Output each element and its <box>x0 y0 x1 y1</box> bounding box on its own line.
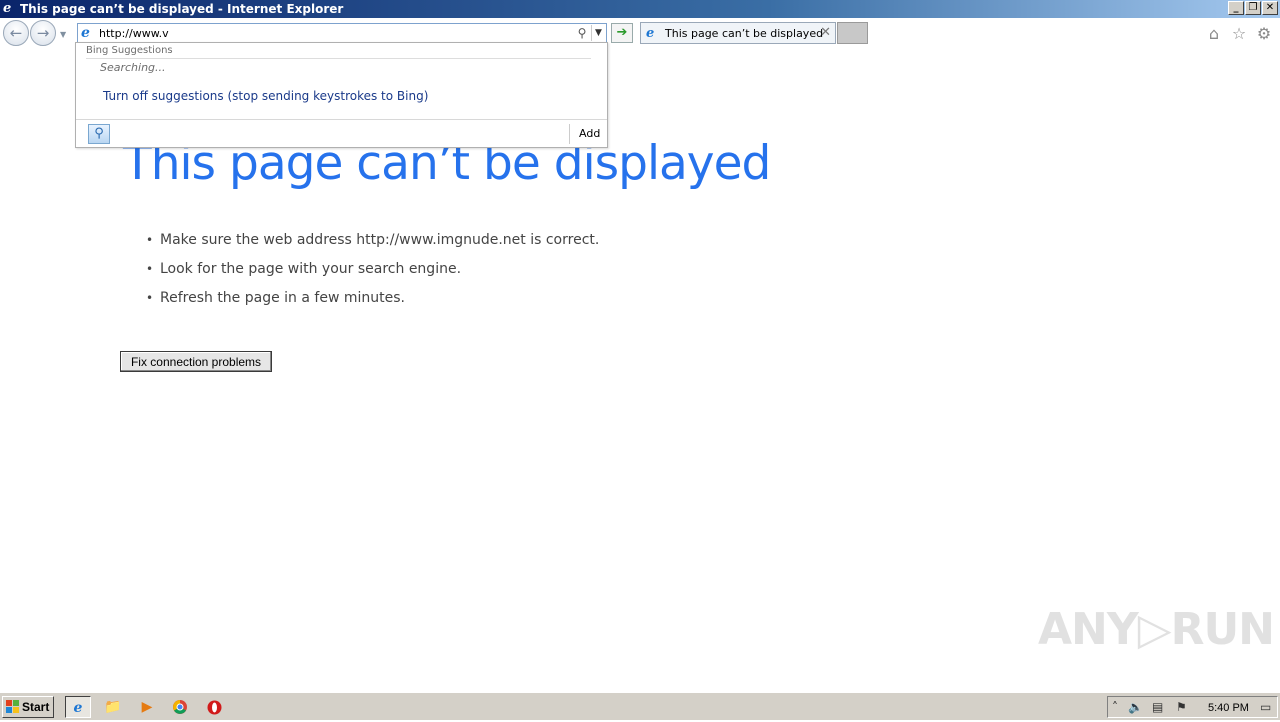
minimize-button[interactable]: _ <box>1228 1 1244 15</box>
ie-logo-icon: e <box>3 1 12 16</box>
back-arrow-icon: ← <box>9 24 23 42</box>
chrome-logo <box>173 700 187 714</box>
home-icon[interactable]: ⌂ <box>1205 25 1223 43</box>
window-title: This page can’t be displayed - Internet … <box>20 2 344 16</box>
system-tray: ˄ 🔈 ▤ ⚑ 5:40 PM ▭ <box>1107 696 1278 718</box>
divider <box>86 58 591 59</box>
suggestion-list: Make sure the web address http://www.img… <box>146 230 599 317</box>
tab-title: This page can’t be displayed <box>665 27 824 40</box>
address-dropdown-icon[interactable]: ▼ <box>591 25 605 41</box>
show-desktop-icon[interactable]: ▭ <box>1260 699 1271 715</box>
address-suggestions-dropdown: Bing Suggestions Searching... Turn off s… <box>75 42 608 148</box>
chrome-icon[interactable] <box>167 696 193 718</box>
forward-button[interactable]: → <box>30 20 56 46</box>
forward-arrow-icon: → <box>36 24 50 42</box>
tab-close-icon[interactable]: ✕ <box>820 25 831 40</box>
close-window-button[interactable]: ✕ <box>1262 1 1278 15</box>
list-item: Make sure the web address http://www.img… <box>146 230 599 259</box>
clock[interactable]: 5:40 PM <box>1208 700 1249 716</box>
tab-ie-icon: e <box>646 26 655 41</box>
restore-button[interactable]: ❐ <box>1245 1 1261 15</box>
list-item: Refresh the page in a few minutes. <box>146 288 599 317</box>
windows-logo-icon <box>6 700 19 713</box>
ie-page-icon: e <box>81 25 90 41</box>
divider <box>569 124 570 144</box>
history-dropdown-icon[interactable]: ▼ <box>60 30 68 39</box>
taskbar: Start e 📁 ▶ ˄ 🔈 ▤ ⚑ 5:40 PM ▭ <box>0 692 1280 720</box>
folder-icon[interactable]: 📁 <box>100 696 126 718</box>
search-icon[interactable]: ⚲ <box>574 25 590 41</box>
media-player-icon[interactable]: ▶ <box>134 696 160 718</box>
favorites-star-icon[interactable]: ☆ <box>1230 25 1248 43</box>
address-bar[interactable]: e ⚲ ▼ <box>77 23 607 43</box>
add-search-provider-button[interactable]: Add <box>579 127 600 140</box>
fix-connection-button[interactable]: Fix connection problems <box>120 351 272 372</box>
bing-suggestions-header: Bing Suggestions <box>86 45 173 56</box>
action-center-flag-icon[interactable]: ⚑ <box>1176 699 1187 715</box>
bing-search-icon[interactable]: ⚲ <box>88 124 110 144</box>
watermark-logo: ANY▷RUN <box>1038 604 1275 655</box>
turn-off-suggestions-link[interactable]: Turn off suggestions (stop sending keyst… <box>103 89 428 103</box>
network-icon[interactable]: ▤ <box>1152 699 1163 715</box>
window-title-bar: e This page can’t be displayed - Interne… <box>0 0 1280 18</box>
volume-icon[interactable]: 🔈 <box>1128 699 1143 715</box>
opera-logo <box>207 700 221 715</box>
list-item: Look for the page with your search engin… <box>146 259 599 288</box>
tab-current[interactable]: e This page can’t be displayed ✕ <box>640 22 836 44</box>
start-button[interactable]: Start <box>2 696 54 718</box>
divider <box>76 119 607 120</box>
opera-icon[interactable] <box>201 696 227 718</box>
address-input[interactable] <box>99 25 569 41</box>
start-label: Start <box>22 700 50 714</box>
searching-status: Searching... <box>100 61 166 74</box>
back-button[interactable]: ← <box>3 20 29 46</box>
internet-explorer-icon[interactable]: e <box>65 696 91 718</box>
go-arrow-icon: ➔ <box>616 25 628 40</box>
show-hidden-icons-icon[interactable]: ˄ <box>1112 699 1118 715</box>
gear-icon[interactable]: ⚙ <box>1255 25 1273 43</box>
go-button[interactable]: ➔ <box>611 23 633 43</box>
new-tab-button[interactable] <box>837 22 868 44</box>
